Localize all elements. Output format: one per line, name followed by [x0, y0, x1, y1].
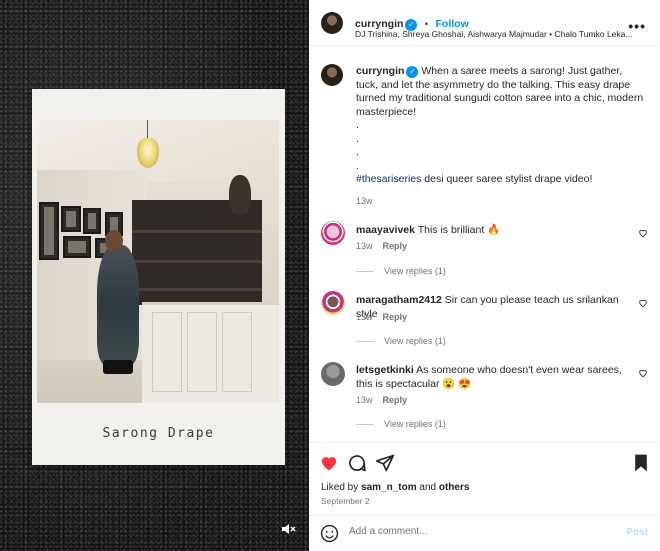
post-details-panel: curryngin ✓ • Follow DJ Trishina, Shreya …	[309, 0, 660, 551]
view-replies-button[interactable]: View replies (1)	[356, 419, 446, 429]
post-time: 13w	[356, 196, 373, 206]
post-photo	[37, 120, 279, 403]
comment: letsgetkinki As someone who doesn't even…	[356, 364, 622, 390]
verified-icon: ✓	[406, 66, 419, 78]
hashtag-link[interactable]: #thesariseries	[356, 173, 421, 185]
photo-caption: Sarong Drape	[102, 426, 215, 441]
emoji-icon[interactable]	[320, 524, 339, 543]
polaroid-frame: Sarong Drape	[32, 89, 285, 465]
avatar[interactable]	[321, 291, 345, 315]
bookmark-icon[interactable]	[631, 453, 651, 473]
reply-button[interactable]: Reply	[383, 312, 408, 322]
reply-button[interactable]: Reply	[383, 241, 408, 251]
wall-frame	[61, 206, 81, 232]
liked-by: Liked by sam_n_tom and others	[321, 482, 470, 493]
like-heart-icon[interactable]	[319, 453, 339, 473]
wall-frame	[83, 208, 101, 234]
view-replies-button[interactable]: View replies (1)	[356, 266, 446, 276]
post-date: September 2	[321, 496, 370, 506]
share-icon[interactable]	[375, 453, 395, 473]
wall-mask	[229, 175, 251, 215]
comment: maayavivek This is brilliant 🔥	[356, 224, 501, 236]
post-media[interactable]: Sarong Drape	[0, 0, 309, 551]
post-actions: Liked by sam_n_tom and others September …	[309, 442, 660, 510]
avatar[interactable]	[321, 64, 343, 86]
wall-frame	[63, 236, 91, 258]
avatar[interactable]	[321, 221, 345, 245]
more-options-icon[interactable]: •••	[628, 18, 646, 34]
post-caption: curryngin ✓ When a saree meets a sarong! …	[356, 65, 644, 185]
audio-credits[interactable]: DJ Trishina, Shreya Ghoshal, Aishwarya M…	[355, 29, 632, 39]
post-comment-button[interactable]: Post	[626, 527, 648, 538]
comment-input[interactable]	[349, 526, 609, 537]
post-header: curryngin ✓ • Follow DJ Trishina, Shreya …	[309, 0, 660, 46]
heart-icon[interactable]	[638, 298, 648, 308]
heart-icon[interactable]	[638, 368, 648, 378]
comment-bar: Post	[309, 515, 660, 551]
reply-button[interactable]: Reply	[383, 395, 408, 405]
avatar[interactable]	[321, 12, 343, 34]
wall-frame	[39, 202, 59, 260]
view-replies-button[interactable]: View replies (1)	[356, 336, 446, 346]
mute-icon[interactable]	[280, 521, 296, 537]
heart-icon[interactable]	[638, 228, 648, 238]
pendant-lamp	[137, 138, 159, 168]
comment-icon[interactable]	[347, 453, 367, 473]
avatar[interactable]	[321, 362, 345, 386]
person	[97, 245, 139, 365]
